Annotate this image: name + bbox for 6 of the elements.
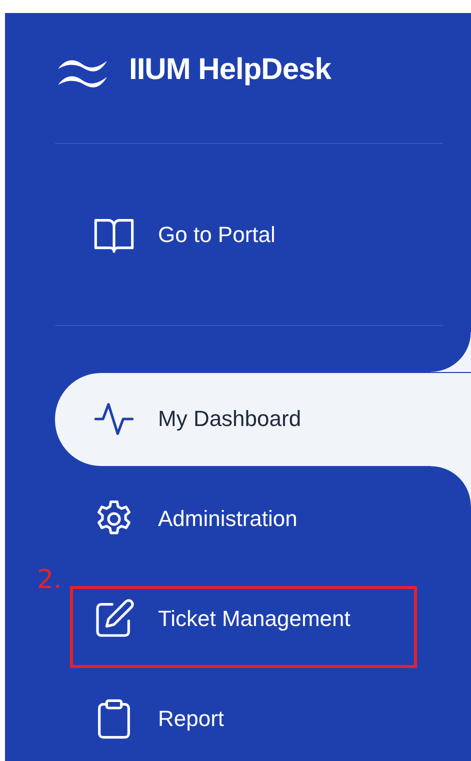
- step-number: 2.: [37, 567, 62, 593]
- nav-item[interactable]: Administration: [55, 472, 471, 566]
- app-title: IIUM HelpDesk: [129, 53, 331, 87]
- nav-item[interactable]: Report: [55, 672, 471, 761]
- nav-item[interactable]: Go to Portal: [55, 188, 471, 282]
- nav-item[interactable]: My Dashboard: [55, 372, 471, 466]
